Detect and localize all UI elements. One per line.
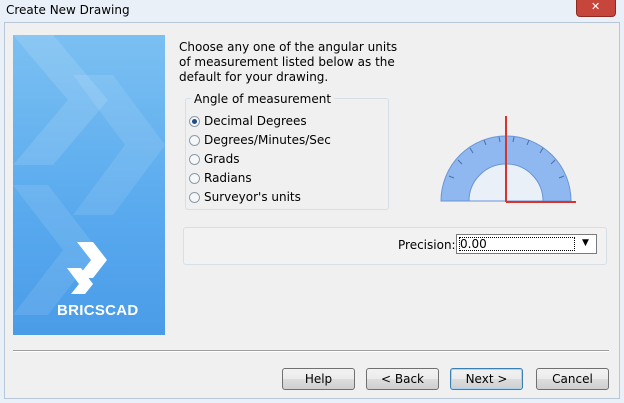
radio-indicator[interactable]	[189, 134, 200, 146]
window-title: Create New Drawing	[6, 3, 130, 17]
title-bar[interactable]: Create New Drawing ✕	[0, 0, 624, 22]
close-icon: ✕	[591, 0, 601, 13]
angle-group-label: Angle of measurement	[191, 92, 335, 106]
brand-name: BRICSCAD	[57, 302, 139, 319]
dialog-body: BRICSCAD Choose any one of the angular u…	[4, 22, 620, 399]
precision-label: Precision:	[398, 238, 456, 252]
brand-panel: BRICSCAD	[13, 35, 165, 335]
chevron-down-icon[interactable]: ▼	[582, 238, 589, 248]
radio-decimal-degrees[interactable]: Decimal Degrees	[189, 113, 307, 129]
close-button[interactable]: ✕	[576, 0, 616, 17]
bricscad-logo-icon	[67, 242, 107, 294]
radio-label: Degrees/Minutes/Sec	[204, 133, 331, 147]
precision-select[interactable]: 0.00 ▼	[456, 234, 597, 254]
radio-indicator-checked[interactable]	[189, 115, 200, 127]
radio-label: Grads	[204, 152, 240, 166]
radio-indicator[interactable]	[189, 153, 200, 165]
radio-surveyors-units[interactable]: Surveyor's units	[189, 189, 301, 205]
create-new-drawing-dialog: Create New Drawing ✕ BRICSCAD Choose any…	[0, 0, 624, 403]
radio-degrees-minutes-sec[interactable]: Degrees/Minutes/Sec	[189, 132, 331, 148]
help-button[interactable]: Help	[282, 368, 355, 390]
radio-label: Radians	[204, 171, 252, 185]
next-button[interactable]: Next >	[450, 368, 523, 390]
button-divider	[13, 350, 609, 352]
back-button[interactable]: < Back	[366, 368, 439, 390]
radio-indicator[interactable]	[189, 191, 200, 203]
intro-text: Choose any one of the angular units of m…	[179, 40, 398, 84]
radio-indicator[interactable]	[189, 172, 200, 184]
radio-label: Decimal Degrees	[204, 114, 307, 128]
protractor-icon	[440, 116, 576, 203]
radio-radians[interactable]: Radians	[189, 170, 252, 186]
cancel-button[interactable]: Cancel	[536, 368, 609, 390]
radio-grads[interactable]: Grads	[189, 151, 239, 167]
radio-label: Surveyor's units	[204, 190, 301, 204]
precision-value: 0.00	[460, 237, 487, 251]
